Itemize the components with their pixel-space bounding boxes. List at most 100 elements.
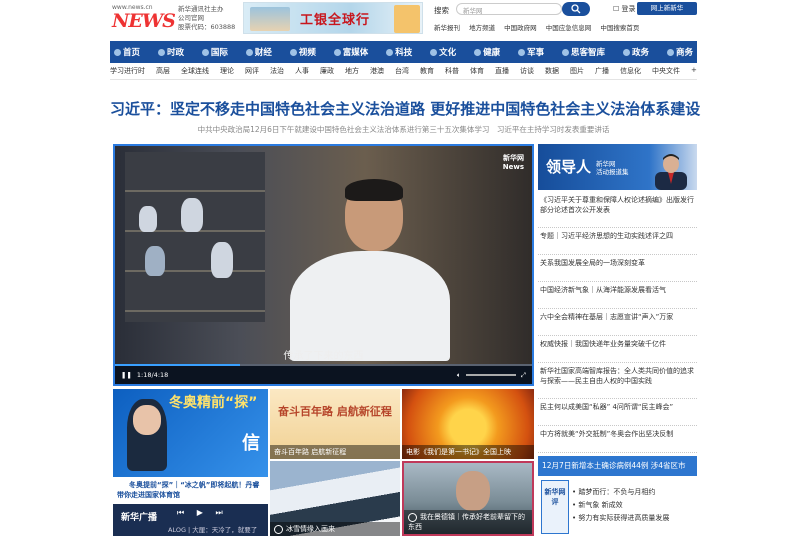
- nav-item-government[interactable]: 政务: [622, 46, 649, 58]
- subnav-item[interactable]: 高层: [156, 66, 170, 79]
- subnav-item[interactable]: 信息化: [620, 66, 641, 79]
- tile-ice-snow[interactable]: 冰雪情缘入画来: [270, 461, 400, 536]
- nav-item-label: 财经: [254, 48, 272, 58]
- play-icon[interactable]: [274, 524, 283, 534]
- site-logo[interactable]: www.news.cn NEWS: [112, 4, 176, 34]
- subnav-item[interactable]: 港澳: [370, 66, 384, 79]
- pause-icon[interactable]: ❚❚: [121, 371, 132, 379]
- sub-nav: 学习进行时 高层 全球连线 理论 网评 法治 人事 廉政 地方 港澳 台湾 教育…: [110, 66, 697, 80]
- subnav-item[interactable]: 广播: [595, 66, 609, 79]
- radio-meta: ALOG | 大厘：天冷了，就要了: [168, 526, 258, 534]
- list-item[interactable]: • 踏梦而行：不负与月相约: [572, 486, 698, 499]
- nav-item-business[interactable]: 商务: [666, 46, 693, 58]
- military-icon: [518, 48, 526, 56]
- subnav-item[interactable]: 中央文件: [652, 66, 680, 79]
- list-item[interactable]: • 新气象 新成效: [572, 499, 698, 512]
- subnav-item[interactable]: 人事: [295, 66, 309, 79]
- login-link[interactable]: ☐ 登录: [613, 4, 636, 14]
- top-link[interactable]: 地方频道: [469, 24, 495, 32]
- list-item[interactable]: 民主何以成美国“私器” 4问所谓“民主峰会”: [538, 399, 697, 426]
- tile-winter-olympics[interactable]: 冬奥精前“探” 信 冬奥提前“探”｜“冰之帆”即将起航！丹睿带你走进国家体育馆: [113, 389, 268, 503]
- nav-item-tech[interactable]: 科技: [386, 46, 412, 58]
- nav-item-health[interactable]: 健康: [474, 46, 500, 58]
- video-person-hair: [345, 179, 403, 201]
- search-button[interactable]: [562, 2, 590, 16]
- subnav-item[interactable]: 图片: [570, 66, 584, 79]
- volume-slider[interactable]: [465, 374, 516, 376]
- main-nav: 首页 时政 国际 财经 视频 富媒体 科技 文化 健康 军事 思客智库 政务 商…: [110, 41, 697, 63]
- list-item[interactable]: 六中全会精神在基层｜志愿宣讲“声入”万家: [538, 309, 697, 336]
- top-banner-ad[interactable]: 工银全球行: [243, 2, 423, 34]
- login-label: 登录: [621, 5, 636, 13]
- tile-presenter-face: [133, 405, 161, 435]
- nav-item-media[interactable]: 富媒体: [333, 46, 368, 58]
- subnav-item[interactable]: 理论: [220, 66, 234, 79]
- video-player[interactable]: 新华网 News 传承了下来的东西 ❚❚ 1:18/4:18 🔈︎ ⤢: [113, 144, 534, 386]
- subinfo-line: 股票代码：603888: [178, 23, 236, 31]
- xinhua-commentary-badge[interactable]: 新华网评: [541, 480, 569, 534]
- nav-item-politics[interactable]: 时政: [157, 46, 184, 58]
- subinfo-line: 公司官网: [178, 14, 204, 22]
- list-item[interactable]: 《习近平关于尊重和保障人权论述摘编》出版发行 部分论述首次公开发表: [538, 192, 697, 228]
- tile-xinhua-radio[interactable]: 新华广播 ⏮ ▶ ⏭ ALOG | 大厘：天冷了，就要了: [113, 504, 268, 536]
- nav-item-culture[interactable]: 文化: [430, 46, 456, 58]
- finance-icon: [245, 48, 253, 56]
- subnav-item[interactable]: 直播: [495, 66, 509, 79]
- nav-item-video[interactable]: 视频: [289, 46, 316, 58]
- list-item[interactable]: 中国经济新气象｜从海洋能源发展看活气: [538, 282, 697, 309]
- fullscreen-icon[interactable]: ⤢: [521, 371, 526, 380]
- search-input[interactable]: 新华网: [456, 3, 562, 15]
- nav-item-thinktank[interactable]: 思客智库: [562, 46, 605, 58]
- subnav-item[interactable]: 教育: [420, 66, 434, 79]
- play-icon[interactable]: [117, 480, 126, 490]
- subnav-item[interactable]: 访谈: [520, 66, 534, 79]
- top-link[interactable]: 中国应急信息网: [546, 24, 592, 32]
- subnav-item[interactable]: 学习进行时: [110, 66, 145, 79]
- subnav-item[interactable]: 网评: [245, 66, 259, 79]
- register-button[interactable]: 网上新新华: [637, 2, 697, 15]
- nav-item-home[interactable]: 首页: [114, 46, 140, 58]
- list-item[interactable]: • 努力有实际获得进高质量发展: [572, 512, 698, 525]
- list-item[interactable]: 中方将就美“外交抵制”冬奥会作出坚决反制: [538, 426, 697, 453]
- tile-badge: 冬奥精前“探”: [169, 395, 257, 411]
- tile-movie-premiere[interactable]: 电影《我们是第一书记》全国上映: [402, 389, 534, 459]
- tile-jingdezhen[interactable]: 我在景德镇｜传承好老前辈留下的东西: [402, 461, 534, 536]
- tile-centenary[interactable]: 奋斗百年路 启航新征程 奋斗百年路 启航新征程: [270, 389, 400, 459]
- top-link[interactable]: 中国搜索首页: [600, 24, 639, 32]
- government-icon: [622, 48, 630, 56]
- video-controls: ❚❚ 1:18/4:18 🔈︎ ⤢: [115, 366, 532, 384]
- subnav-item[interactable]: 法治: [270, 66, 284, 79]
- subnav-item[interactable]: 全球连线: [181, 66, 209, 79]
- subnav-item[interactable]: 地方: [345, 66, 359, 79]
- nav-item-world[interactable]: 国际: [201, 46, 228, 58]
- home-icon: [114, 48, 121, 56]
- volume-icon[interactable]: 🔈︎: [457, 371, 461, 380]
- video-icon: [289, 48, 297, 56]
- top-link[interactable]: 中国政府网: [504, 24, 537, 32]
- subnav-item[interactable]: 台湾: [395, 66, 409, 79]
- list-item[interactable]: 关系我国发展全局的一场深刻变革: [538, 255, 697, 282]
- nav-item-finance[interactable]: 财经: [245, 46, 272, 58]
- tile-caption: 冬奥提前“探”｜“冰之帆”即将起航！丹睿带你走进国家体育馆: [113, 477, 268, 503]
- nav-item-military[interactable]: 军事: [518, 46, 544, 58]
- tile-caption-text: 冬奥提前“探”｜“冰之帆”即将起航！丹睿带你走进国家体育馆: [117, 481, 260, 499]
- nav-item-label: 商务: [675, 48, 693, 58]
- radio-controls[interactable]: ⏮ ▶ ⏭: [177, 508, 228, 518]
- leader-banner[interactable]: 领导人 新华网 活动报道集: [538, 144, 697, 190]
- play-icon[interactable]: [408, 512, 417, 522]
- top-link[interactable]: 新华报刊: [434, 24, 460, 32]
- list-item[interactable]: 权威快报｜我国快递年业务量突破千亿件: [538, 336, 697, 363]
- list-item[interactable]: 新华社国家高端智库报告：全人类共同价值的追求与探索——民主自由人权的中国实践: [538, 363, 697, 399]
- subnav-item[interactable]: 廉政: [320, 66, 334, 79]
- right-highlight[interactable]: 12月7日新增本土确诊病例44例 涉4省区市: [538, 456, 697, 476]
- subinfo-line: 新华通讯社主办: [178, 5, 224, 13]
- list-item[interactable]: 专题｜习近平经济思想的生动实践述评之四: [538, 228, 697, 255]
- subnav-more[interactable]: +: [691, 66, 697, 79]
- subnav-item[interactable]: 体育: [470, 66, 484, 79]
- subnav-item[interactable]: 科普: [445, 66, 459, 79]
- logo-text: NEWS: [112, 10, 176, 32]
- headline[interactable]: 习近平：坚定不移走中国特色社会主义法治道路 更好推进中国特色社会主义法治体系建设: [110, 98, 700, 119]
- headline-deck[interactable]: 中共中央政治局12月6日下午就建设中国特色社会主义法治体系进行第三十五次集体学习…: [110, 124, 697, 135]
- subnav-item[interactable]: 数据: [545, 66, 559, 79]
- business-icon: [666, 48, 674, 56]
